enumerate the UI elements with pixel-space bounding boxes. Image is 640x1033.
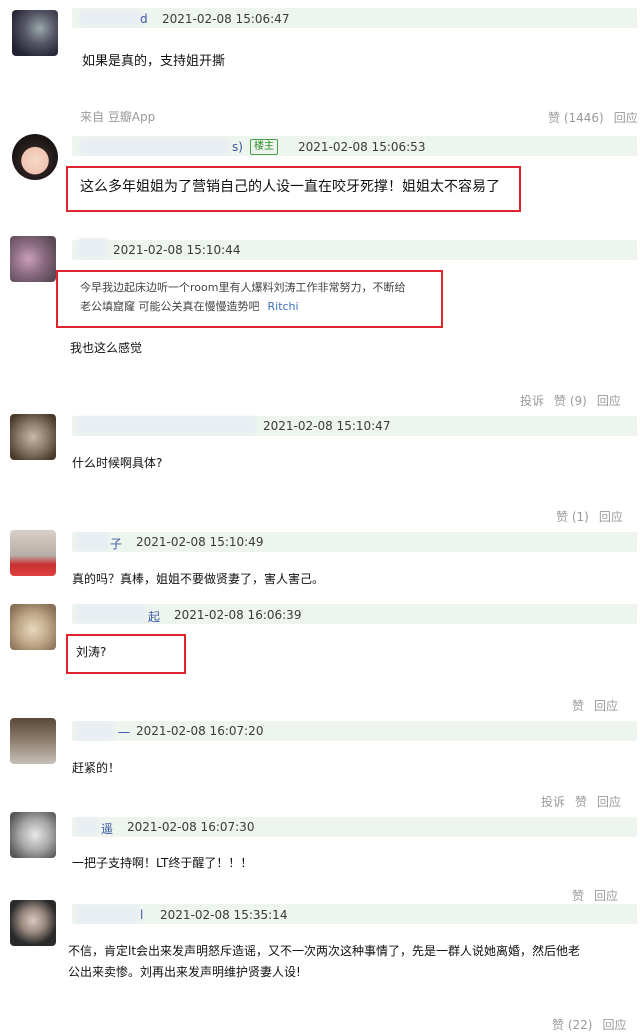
username[interactable]: 子 (110, 535, 122, 552)
comment-actions: 赞 (22) 回应 (552, 1016, 626, 1033)
comment-actions: 投诉赞 (9) 回应 (520, 392, 621, 409)
reply-button[interactable]: 回应 (599, 510, 623, 524)
comment-text: 一把子支持啊！LT终于醒了！！！ (72, 856, 253, 870)
quote-text-line: 老公填窟窿 可能公关真在慢慢造势吧 (80, 300, 260, 313)
timestamp: 2021-02-08 15:06:53 (298, 140, 426, 154)
timestamp: 2021-02-08 16:07:20 (136, 724, 264, 738)
comment-actions: 赞回应 (572, 887, 618, 904)
comment-header (72, 904, 637, 924)
username-blurred (76, 817, 98, 835)
comment-text: 我也这么感觉 (70, 341, 143, 355)
reply-button[interactable]: 回应 (597, 394, 621, 408)
comment-text: 这么多年姐姐为了营销自己的人设一直在咬牙死撑！姐姐太不容易了 (80, 179, 500, 195)
report-button[interactable]: 投诉 (520, 394, 544, 408)
timestamp: 2021-02-08 15:35:14 (160, 908, 288, 922)
avatar[interactable] (10, 604, 56, 650)
report-button[interactable]: 投诉 (541, 795, 565, 809)
reply-button[interactable]: 回应 (602, 1018, 626, 1032)
avatar[interactable] (10, 530, 56, 576)
username[interactable]: 遥 (101, 820, 113, 837)
reply-button[interactable]: 回应 (614, 111, 638, 125)
comment-header (72, 8, 637, 28)
quote-text-line: 今早我边起床边听一个room里有人爆料刘涛工作非常努力，不断给 (80, 281, 406, 294)
like-button[interactable]: 赞 (9) (554, 394, 587, 408)
username-blurred (80, 139, 230, 155)
comment-text: 真的吗？真棒，姐姐不要做贤妻了，害人害己。 (72, 572, 325, 586)
username-blurred (76, 722, 114, 740)
like-button[interactable]: 赞 (575, 795, 587, 809)
timestamp: 2021-02-08 15:10:47 (263, 419, 391, 433)
timestamp: 2021-02-08 16:07:30 (127, 820, 255, 834)
like-button[interactable]: 赞 (1) (556, 510, 589, 524)
timestamp: 2021-02-08 15:06:47 (162, 12, 290, 26)
comment-text: 如果是真的，支持姐开撕 (82, 54, 226, 69)
username[interactable]: d (140, 12, 148, 26)
username[interactable]: s) (232, 140, 243, 154)
reply-button[interactable]: 回应 (597, 795, 621, 809)
username-blurred (78, 238, 108, 258)
username-blurred (76, 533, 108, 551)
like-button[interactable]: 赞 (22) (552, 1018, 592, 1032)
timestamp: 2021-02-08 16:06:39 (174, 608, 302, 622)
like-button[interactable]: 赞 (572, 699, 584, 713)
comment-actions: 投诉赞回应 (541, 793, 621, 810)
avatar[interactable] (12, 134, 58, 180)
avatar[interactable] (10, 414, 56, 460)
quoted-reply: 今早我边起床边听一个room里有人爆料刘涛工作非常努力，不断给 老公填窟窿 可能… (80, 278, 440, 316)
reply-button[interactable]: 回应 (594, 889, 618, 903)
comment-actions: 赞 (1) 回应 (556, 508, 623, 525)
source-label: 来自 豆瓣App (80, 110, 156, 124)
avatar[interactable] (10, 718, 56, 764)
comment-actions: 赞 (1446) 回应 (548, 109, 638, 126)
avatar[interactable] (10, 900, 56, 946)
owner-badge: 楼主 (250, 139, 278, 155)
comment-text: 什么时候啊具体? (72, 456, 163, 470)
comment-text: 刘涛? (76, 645, 107, 659)
comment-actions: 赞回应 (572, 697, 618, 714)
username-blurred (76, 605, 146, 623)
like-button[interactable]: 赞 (1446) (548, 111, 604, 125)
timestamp: 2021-02-08 15:10:44 (113, 243, 241, 257)
like-button[interactable]: 赞 (572, 889, 584, 903)
comment-text-line: 公出来卖惨。刘再出来发声明维护贤妻人设! (68, 965, 301, 979)
username-blurred (80, 10, 142, 26)
avatar[interactable] (12, 10, 58, 56)
username-blurred (76, 416, 256, 434)
avatar[interactable] (10, 812, 56, 858)
username[interactable]: l (140, 908, 143, 922)
quote-author[interactable]: Ritchi (268, 300, 299, 313)
username-blurred (76, 905, 138, 923)
timestamp: 2021-02-08 15:10:49 (136, 535, 264, 549)
username[interactable]: 起 (148, 608, 160, 625)
username[interactable]: 一 (118, 724, 130, 741)
avatar[interactable] (10, 236, 56, 282)
comment-text-line: 不信，肯定lt会出来发声明怒斥造谣，又不一次两次这种事情了，先是一群人说她离婚，… (68, 944, 581, 958)
reply-button[interactable]: 回应 (594, 699, 618, 713)
comment-text: 赶紧的！ (72, 761, 121, 775)
